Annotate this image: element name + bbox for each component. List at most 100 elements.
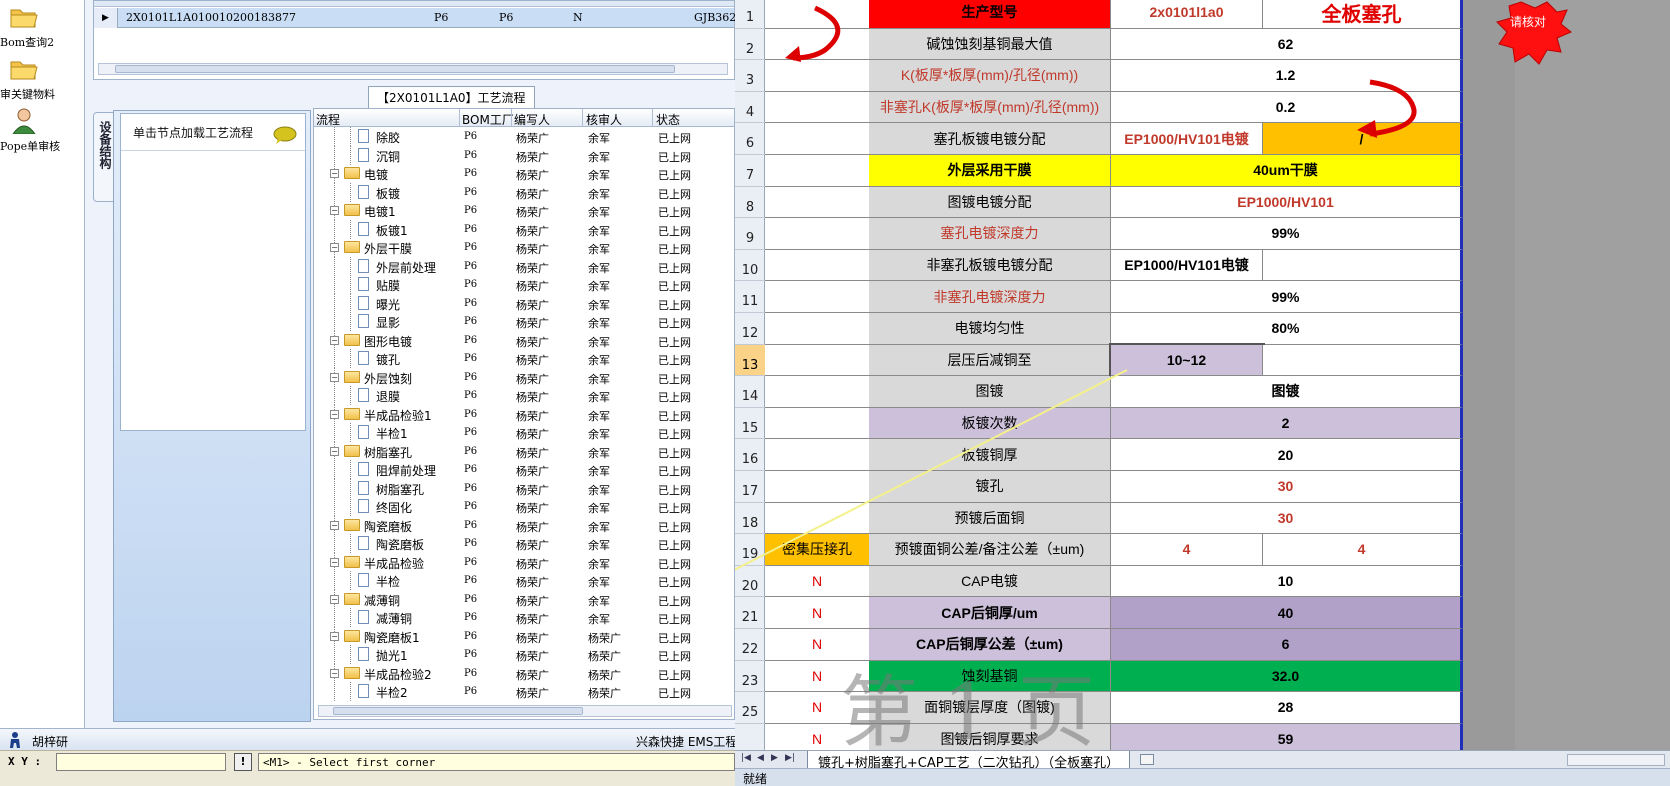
- field-value-cell[interactable]: EP1000/HV101: [1111, 186, 1463, 219]
- side-note-cell[interactable]: [765, 60, 869, 92]
- row-header[interactable]: 12: [735, 313, 765, 345]
- field-value-cell[interactable]: 30: [1111, 502, 1463, 535]
- side-note-cell[interactable]: [765, 407, 869, 440]
- row-header[interactable]: 13: [735, 344, 765, 377]
- prev-sheet-icon[interactable]: ◀: [757, 753, 764, 763]
- tree-row[interactable]: 除胶 P6 杨荣广 余军 已上网: [314, 127, 734, 146]
- field-value-cell[interactable]: 80%: [1111, 313, 1463, 345]
- row-header[interactable]: 22: [735, 629, 765, 661]
- tree-row[interactable]: − 外层干膜 P6 杨荣广 余军 已上网: [314, 238, 734, 257]
- shortcut-bom-query[interactable]: Bom查询2: [0, 2, 85, 54]
- row-header[interactable]: 6: [735, 123, 765, 155]
- tree-row[interactable]: 树脂塞孔 P6 杨荣广 余军 已上网: [314, 478, 734, 498]
- row-header[interactable]: 11: [735, 281, 765, 313]
- tree-row[interactable]: 显影 P6 杨荣广 余军 已上网: [314, 312, 734, 331]
- side-note-cell[interactable]: [765, 186, 869, 219]
- field-label-cell[interactable]: CAP后铜厚/um: [869, 597, 1111, 629]
- field-value-cell[interactable]: 6: [1111, 629, 1463, 661]
- tree-row[interactable]: − 电镀 P6 杨荣广 余军 已上网: [314, 164, 734, 183]
- side-note-cell[interactable]: [765, 249, 869, 282]
- field-value-cell[interactable]: 全板塞孔: [1263, 0, 1463, 29]
- field-value-cell[interactable]: 30: [1111, 471, 1463, 503]
- tree-row[interactable]: − 陶瓷磨板 P6 杨荣广 余军 已上网: [314, 515, 734, 535]
- row-header[interactable]: 14: [735, 376, 765, 408]
- field-label-cell[interactable]: 蚀刻基铜: [869, 660, 1111, 693]
- column-header-flow[interactable]: 流程: [316, 111, 340, 128]
- tree-row[interactable]: 半检 P6 杨荣广 余军 已上网: [314, 571, 734, 590]
- collapse-toggle-icon[interactable]: −: [330, 335, 339, 345]
- first-sheet-icon[interactable]: |◀: [741, 753, 751, 763]
- last-sheet-icon[interactable]: ▶|: [785, 753, 795, 763]
- side-note-cell[interactable]: N: [765, 629, 869, 661]
- tab-active-sheet[interactable]: 镀孔+树脂塞孔+CAP工艺（二次钻孔）（全板塞孔）: [807, 751, 1131, 771]
- scroll-thumb[interactable]: [333, 707, 583, 715]
- side-note-cell[interactable]: [765, 28, 869, 61]
- row-header[interactable]: 3: [735, 60, 765, 92]
- new-sheet-icon[interactable]: [1140, 754, 1154, 765]
- side-note-cell[interactable]: [765, 218, 869, 250]
- tree-row[interactable]: 退膜 P6 杨荣广 余军 已上网: [314, 386, 734, 405]
- command-prompt[interactable]: <M1> - Select first corner: [258, 753, 735, 771]
- tree-row[interactable]: 终固化 P6 杨荣广 余军 已上网: [314, 497, 734, 516]
- row-header[interactable]: 9: [735, 218, 765, 250]
- side-note-cell[interactable]: N: [765, 597, 869, 629]
- field-value-cell[interactable]: [1263, 249, 1463, 282]
- field-label-cell[interactable]: 非塞孔K(板厚*板厚(mm)/孔径(mm)): [869, 91, 1111, 124]
- row-header[interactable]: 7: [735, 155, 765, 187]
- row-header[interactable]: 4: [735, 92, 765, 124]
- field-value-cell[interactable]: 99%: [1111, 218, 1463, 250]
- field-value-cell[interactable]: 40: [1111, 597, 1463, 629]
- field-label-cell[interactable]: 预镀后面铜: [869, 502, 1111, 535]
- side-note-cell[interactable]: [765, 0, 869, 29]
- side-note-cell[interactable]: [765, 123, 869, 155]
- field-value-cell[interactable]: 32.0: [1111, 660, 1463, 693]
- tree-row[interactable]: 贴膜 P6 杨荣广 余军 已上网: [314, 275, 734, 294]
- collapse-toggle-icon[interactable]: −: [330, 243, 339, 252]
- collapse-toggle-icon[interactable]: −: [330, 169, 339, 178]
- tab-equipment-structure[interactable]: 设备结构: [93, 112, 115, 202]
- collapse-toggle-icon[interactable]: −: [330, 557, 339, 567]
- field-value-cell[interactable]: 40um干膜: [1111, 155, 1463, 187]
- row-header[interactable]: 19: [735, 534, 765, 566]
- tree-row[interactable]: − 半成品检验2 P6 杨荣广 杨荣广 已上网: [314, 663, 734, 683]
- collapse-toggle-icon[interactable]: −: [330, 409, 339, 419]
- collapse-toggle-icon[interactable]: −: [330, 520, 339, 530]
- tree-row[interactable]: − 图形电镀 P6 杨荣广 余军 已上网: [314, 330, 734, 350]
- row-header[interactable]: 2: [735, 29, 765, 61]
- tree-row[interactable]: 抛光1 P6 杨荣广 杨荣广 已上网: [314, 645, 734, 664]
- row-header[interactable]: 23: [735, 661, 765, 693]
- tree-row[interactable]: 半检1 P6 杨荣广 余军 已上网: [314, 423, 734, 442]
- field-label-cell[interactable]: 面铜镀层厚度（图镀): [869, 692, 1111, 724]
- field-value-cell[interactable]: 28: [1111, 692, 1463, 724]
- field-label-cell[interactable]: 板镀铜厚: [869, 439, 1111, 471]
- side-note-cell[interactable]: 密集压接孔: [765, 534, 869, 566]
- field-value-cell[interactable]: 20: [1111, 439, 1463, 471]
- row-header[interactable]: 18: [735, 503, 765, 535]
- horizontal-scrollbar[interactable]: [98, 63, 728, 75]
- side-note-cell[interactable]: [765, 439, 869, 471]
- tree-row[interactable]: − 树脂塞孔 P6 杨荣广 余军 已上网: [314, 441, 734, 461]
- field-label-cell[interactable]: 图镀: [869, 376, 1111, 408]
- column-header-reviewer[interactable]: 核审人: [586, 111, 622, 128]
- tree-row[interactable]: 半检2 P6 杨荣广 杨荣广 已上网: [314, 682, 734, 701]
- shortcut-pope-review[interactable]: Pope单审核: [0, 106, 85, 158]
- tree-row[interactable]: 板镀1 P6 杨荣广 余军 已上网: [314, 219, 734, 239]
- row-header[interactable]: 21: [735, 597, 765, 629]
- collapse-toggle-icon[interactable]: −: [330, 206, 339, 215]
- side-note-cell[interactable]: N: [765, 565, 869, 598]
- side-note-cell[interactable]: [765, 376, 869, 408]
- row-header[interactable]: 1: [735, 0, 765, 29]
- shortcut-key-material[interactable]: 审关键物料: [0, 54, 85, 106]
- side-note-cell[interactable]: [765, 313, 869, 345]
- field-label-cell[interactable]: CAP后铜厚公差（±um): [869, 629, 1111, 661]
- tree-row[interactable]: 外层前处理 P6 杨荣广 余军 已上网: [314, 256, 734, 276]
- field-value-cell[interactable]: [1263, 344, 1463, 377]
- row-header[interactable]: 15: [735, 408, 765, 440]
- xy-input[interactable]: [56, 753, 226, 771]
- field-value-cell[interactable]: 图镀: [1111, 376, 1463, 408]
- field-label-cell[interactable]: 层压后减铜至: [869, 344, 1111, 377]
- field-label-cell[interactable]: 外层采用干膜: [869, 155, 1111, 187]
- field-value-cell[interactable]: 1.2: [1111, 60, 1463, 92]
- field-label-cell[interactable]: CAP电镀: [869, 565, 1111, 598]
- field-label-cell[interactable]: 塞孔板镀电镀分配: [869, 123, 1111, 155]
